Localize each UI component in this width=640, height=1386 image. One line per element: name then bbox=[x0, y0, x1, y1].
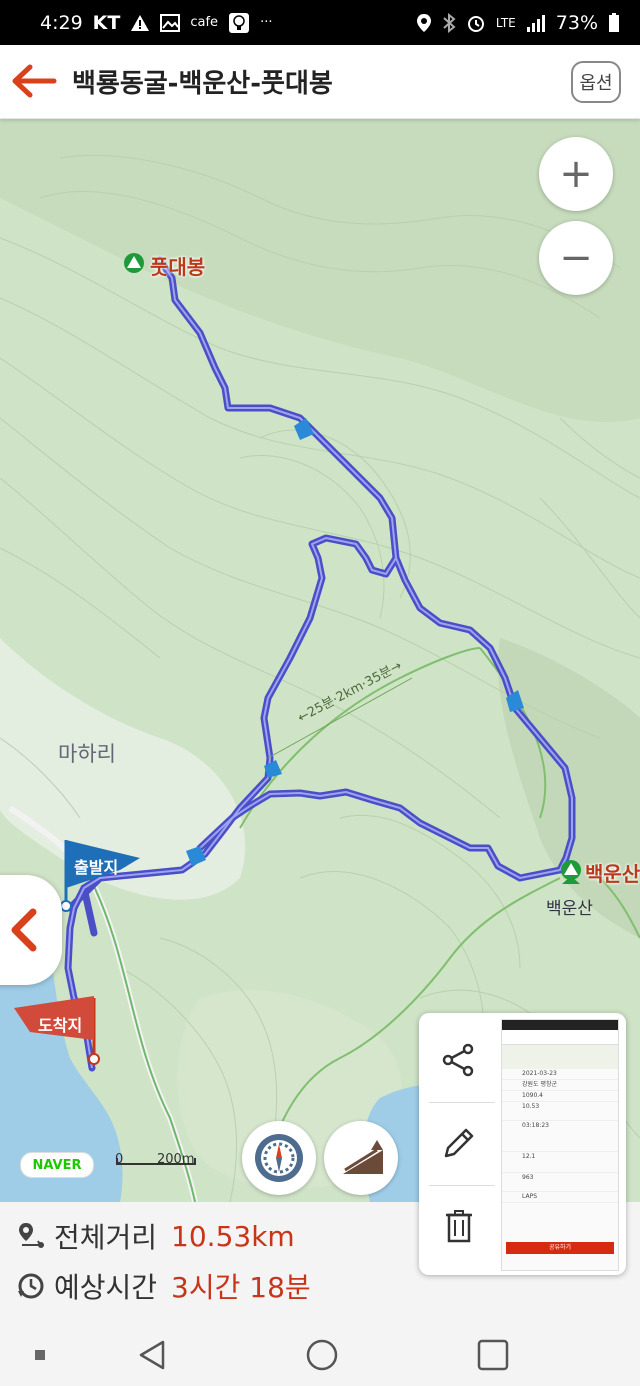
delete-button[interactable] bbox=[419, 1185, 499, 1267]
end-flag-label: 도착지 bbox=[38, 1016, 83, 1035]
route-distance-icon bbox=[19, 1223, 44, 1248]
preview-status-bar bbox=[502, 1020, 618, 1030]
nav-back-button[interactable] bbox=[128, 1330, 178, 1380]
options-button[interactable]: 옵션 bbox=[571, 61, 621, 103]
bulb-icon bbox=[228, 12, 250, 34]
peak-sublabel: 백운산 bbox=[546, 899, 593, 919]
zoom-in-button[interactable]: + bbox=[539, 137, 613, 211]
alarm-icon bbox=[466, 13, 486, 33]
share-button[interactable] bbox=[419, 1019, 499, 1101]
preview-row: 03:18:23 bbox=[502, 1121, 618, 1152]
elevation-button[interactable] bbox=[324, 1121, 398, 1195]
estimated-time-icon bbox=[18, 1273, 44, 1299]
preview-row: LAPS bbox=[502, 1192, 618, 1203]
report-preview-thumbnail[interactable]: 2021-03-23 강원도 평창군 1090.4 10.53 03:18:23… bbox=[501, 1019, 619, 1271]
back-arrow-icon bbox=[12, 64, 57, 98]
edit-button[interactable] bbox=[419, 1102, 499, 1184]
image-icon bbox=[160, 13, 181, 32]
naver-logo: NAVER bbox=[20, 1152, 94, 1178]
back-button[interactable] bbox=[10, 63, 58, 99]
village-label: 마하리 bbox=[58, 742, 116, 766]
preview-row: 2021-03-23 bbox=[502, 1069, 618, 1080]
time-value: 3시간 18분 bbox=[171, 1271, 311, 1304]
preview-row: 1090.4 bbox=[502, 1091, 618, 1102]
compass-button[interactable] bbox=[242, 1121, 316, 1195]
network-type: LTE bbox=[495, 15, 516, 30]
peak-label-right: 백운산 bbox=[585, 862, 640, 886]
carrier: KT bbox=[92, 11, 121, 34]
app-bar: 백룡동굴-백운산-풋대봉 옵션 bbox=[0, 45, 640, 119]
distance-value: 10.53km bbox=[171, 1219, 295, 1253]
signal-icon bbox=[526, 14, 546, 32]
share-icon bbox=[442, 1043, 474, 1077]
zoom-out-button[interactable]: − bbox=[539, 221, 613, 295]
scale-zero: 0 bbox=[115, 1152, 124, 1167]
preview-row: 강원도 평창군 bbox=[502, 1080, 618, 1091]
side-panel-toggle[interactable] bbox=[0, 875, 62, 985]
more-notifications: ··· bbox=[260, 15, 273, 30]
distance-row: 전체거리 10.53km bbox=[16, 1216, 295, 1256]
page-title: 백룡동굴-백운산-풋대봉 bbox=[72, 69, 333, 99]
battery-icon bbox=[608, 12, 620, 33]
square-recents-icon bbox=[477, 1339, 509, 1371]
time-label: 예상시간 bbox=[54, 1271, 158, 1304]
preview-share-button: 공유하기 bbox=[506, 1242, 614, 1254]
nav-menu-button[interactable] bbox=[15, 1330, 65, 1380]
clock: 4:29 bbox=[40, 11, 83, 34]
status-bar: 4:29 KT cafe ··· LTE 73% bbox=[0, 0, 640, 45]
nav-recents-button[interactable] bbox=[468, 1330, 518, 1380]
action-panel: 2021-03-23 강원도 평창군 1090.4 10.53 03:18:23… bbox=[419, 1013, 626, 1275]
battery-percent: 73% bbox=[555, 11, 598, 34]
nav-home-button[interactable] bbox=[297, 1330, 347, 1380]
triangle-back-icon bbox=[139, 1340, 165, 1370]
compass-icon bbox=[255, 1134, 303, 1182]
preview-header bbox=[502, 1030, 618, 1045]
peak-label-top: 풋대봉 bbox=[150, 255, 206, 279]
system-nav-bar bbox=[0, 1326, 640, 1386]
elevation-icon bbox=[343, 1140, 383, 1174]
pencil-icon bbox=[444, 1128, 474, 1158]
bluetooth-icon bbox=[442, 12, 456, 33]
start-flag-label: 출발지 bbox=[74, 858, 119, 877]
preview-row: 12.1 bbox=[502, 1152, 618, 1173]
preview-hero bbox=[502, 1045, 618, 1069]
time-row: 예상시간 3시간 18분 bbox=[16, 1266, 311, 1306]
warning-icon bbox=[130, 14, 150, 32]
chevron-left-icon bbox=[11, 908, 37, 952]
trash-icon bbox=[446, 1210, 472, 1243]
cafe-notification: cafe bbox=[190, 15, 219, 30]
map-scale: 0 200m bbox=[115, 1152, 195, 1182]
distance-label: 전체거리 bbox=[54, 1221, 158, 1254]
circle-home-icon bbox=[306, 1339, 338, 1371]
preview-row: 963 bbox=[502, 1173, 618, 1192]
scale-value: 200m bbox=[157, 1152, 195, 1167]
location-icon bbox=[416, 13, 432, 33]
square-dot-icon bbox=[35, 1350, 45, 1360]
preview-row: 10.53 bbox=[502, 1102, 618, 1121]
